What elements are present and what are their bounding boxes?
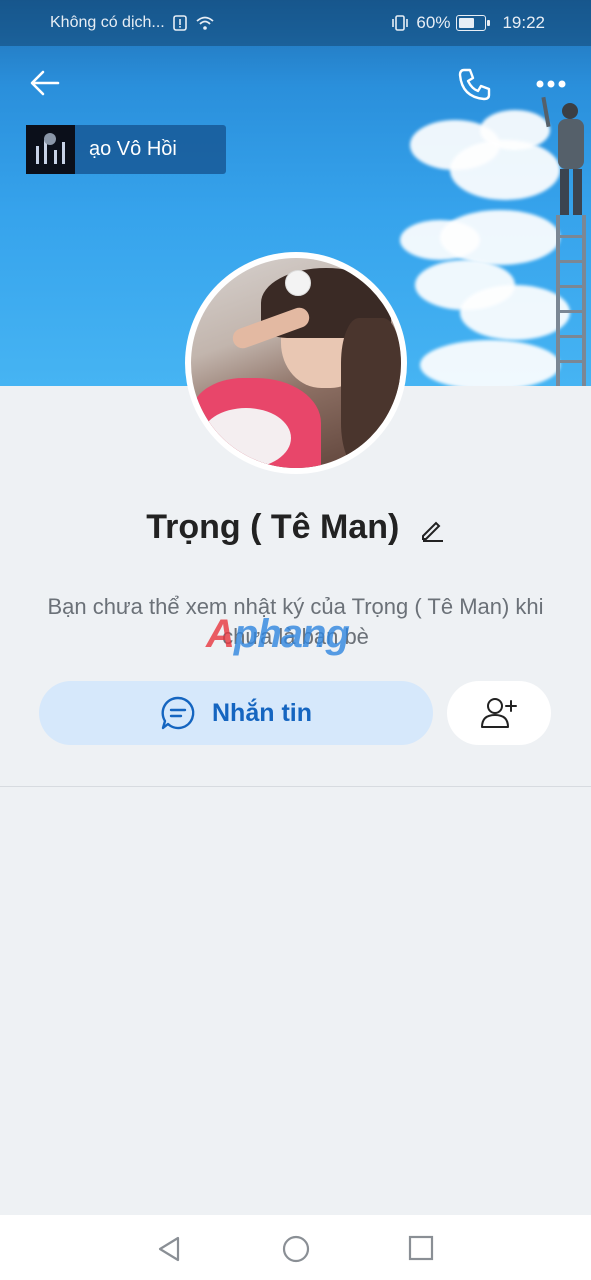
- cat-sticker-icon: [285, 270, 311, 296]
- battery-percent: 60%: [416, 13, 451, 32]
- message-button[interactable]: Nhắn tin: [39, 681, 433, 745]
- profile-music-widget[interactable]: ạo Vô Hồi: [26, 125, 226, 174]
- message-button-label: Nhắn tin: [212, 698, 312, 727]
- call-button[interactable]: [456, 66, 492, 102]
- clock: 19:22: [502, 13, 545, 32]
- ladder-figure-icon: [541, 96, 586, 386]
- carrier-text: Không có dịch...: [50, 14, 165, 31]
- chat-bubble-icon: [161, 696, 195, 730]
- music-album-art: [26, 125, 75, 174]
- status-bar: Không có dịch... 60% 19:22: [0, 0, 591, 46]
- sim-alert-icon: [172, 15, 187, 31]
- nav-back-icon[interactable]: [156, 1235, 182, 1263]
- wifi-icon: [196, 16, 214, 30]
- watermark-logo: Aphang: [206, 612, 350, 657]
- watermark-part-2: phang: [233, 612, 350, 656]
- edit-name-button[interactable]: [419, 516, 445, 543]
- system-nav-bar: [0, 1215, 591, 1280]
- add-user-icon: [481, 698, 517, 728]
- music-title: ạo Vô Hồi: [89, 138, 177, 160]
- profile-name-row: Trọng ( Tê Man): [0, 508, 591, 547]
- profile-avatar[interactable]: [185, 252, 407, 474]
- profile-name: Trọng ( Tê Man): [146, 508, 400, 546]
- section-divider: [0, 786, 591, 787]
- add-friend-button[interactable]: [447, 681, 551, 745]
- vibrate-icon: [392, 15, 409, 31]
- watermark-part-1: A: [206, 612, 235, 656]
- battery-icon: [456, 15, 491, 31]
- nav-home-icon[interactable]: [282, 1235, 310, 1263]
- nav-recent-icon[interactable]: [408, 1235, 434, 1261]
- more-options-button[interactable]: [536, 78, 566, 90]
- back-button[interactable]: [28, 66, 62, 100]
